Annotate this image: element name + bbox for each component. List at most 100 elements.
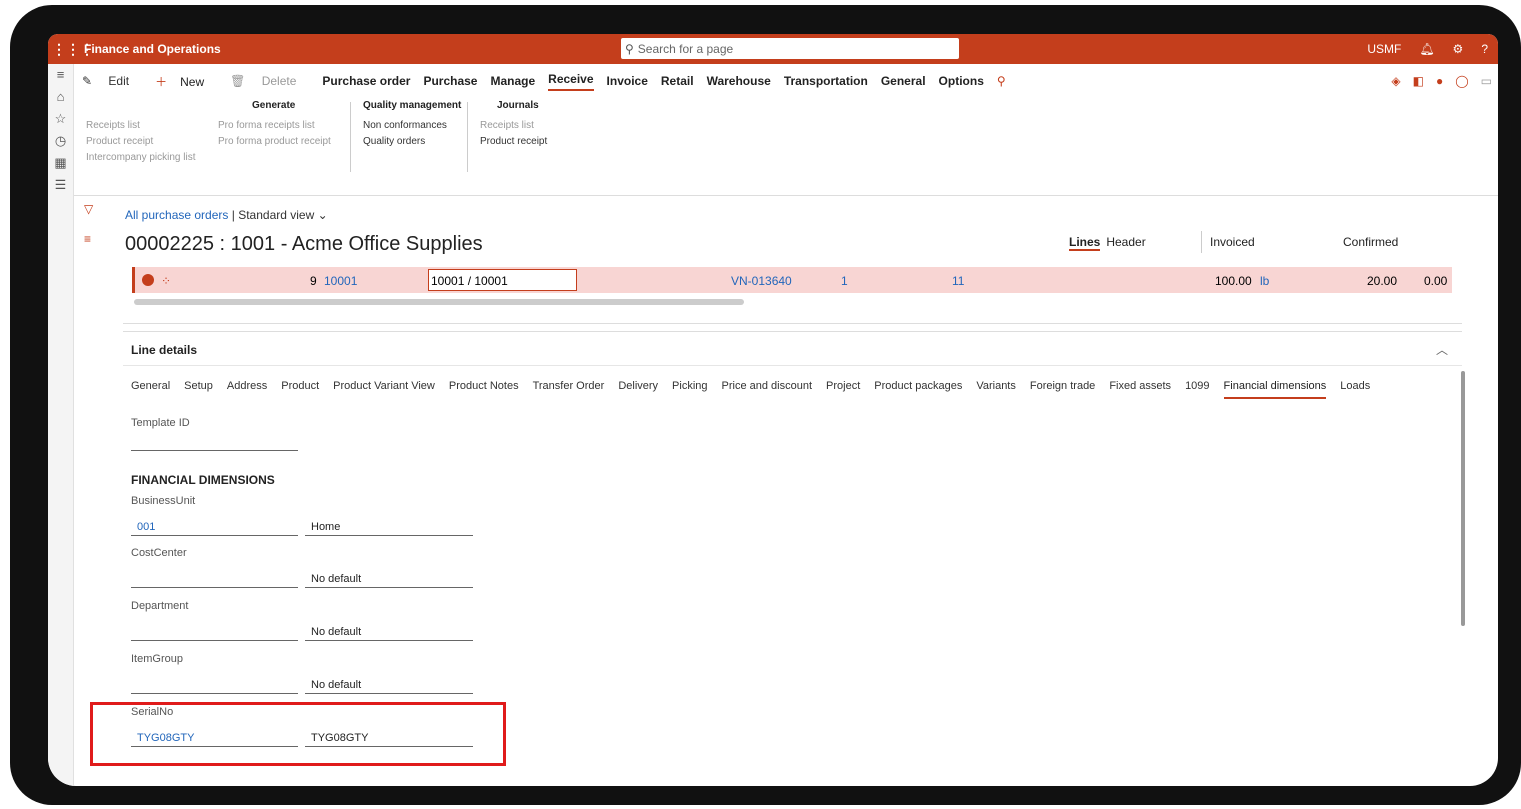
bell-icon[interactable]: 🔔︎: [1419, 42, 1434, 56]
item-group-field[interactable]: [131, 693, 298, 694]
search-actions-icon[interactable]: ⚲: [997, 74, 1006, 88]
vertical-scrollbar[interactable]: [1461, 371, 1465, 626]
action-pane-right-icons: ◈ ◧ ● ◯ ▭: [1391, 74, 1492, 88]
hamburger-icon[interactable]: ≡: [48, 64, 73, 86]
row-check-icon[interactable]: [142, 274, 154, 286]
help-icon[interactable]: ?: [1481, 42, 1488, 56]
cell-item[interactable]: 10001: [324, 274, 357, 288]
variant-input[interactable]: 10001 / 10001: [428, 269, 577, 291]
delete-button[interactable]: 🗑︎ Delete: [230, 74, 309, 88]
journals-product-receipt-button[interactable]: Product receipt: [480, 136, 547, 147]
tab-options[interactable]: Options: [939, 74, 984, 88]
tab-purchase-order[interactable]: Purchase order: [322, 74, 410, 88]
tab-purchase[interactable]: Purchase: [423, 74, 477, 88]
tab-1099[interactable]: 1099: [1185, 380, 1209, 399]
tab-delivery[interactable]: Delivery: [618, 380, 658, 399]
chevron-up-icon[interactable]: ︿: [1436, 341, 1448, 358]
tab-warehouse[interactable]: Warehouse: [707, 74, 771, 88]
tab-loads[interactable]: Loads: [1340, 380, 1370, 399]
chevron-down-icon[interactable]: ⌄: [318, 208, 328, 222]
new-button[interactable]: ＋ New: [155, 73, 217, 90]
cell-vendor-ref[interactable]: VN-013640: [731, 274, 792, 288]
tab-manage[interactable]: Manage: [490, 74, 535, 88]
table-row[interactable]: ⁘ 9 10001 10001 / 10001 VN-013640 1 11 1…: [132, 267, 1452, 293]
tab-retail[interactable]: Retail: [661, 74, 694, 88]
non-conformances-button[interactable]: Non conformances: [363, 120, 447, 131]
cost-center-desc: No default: [311, 573, 362, 585]
pro-forma-product-receipt-button[interactable]: Pro forma product receipt: [218, 136, 331, 147]
tab-product-notes[interactable]: Product Notes: [449, 380, 519, 399]
template-id-field[interactable]: [131, 450, 298, 451]
tab-header[interactable]: Header: [1106, 235, 1145, 251]
lines-grid: ⁘ 9 10001 10001 / 10001 VN-013640 1 11 1…: [123, 262, 1462, 324]
tab-lines[interactable]: Lines: [1069, 235, 1101, 251]
cell-line-no: 9: [310, 274, 317, 288]
plus-icon: ＋: [155, 74, 168, 89]
tab-receive[interactable]: Receive: [548, 72, 594, 91]
list-icon[interactable]: ≡: [84, 232, 91, 246]
intercompany-picking-list-button[interactable]: Intercompany picking list: [86, 152, 196, 163]
tab-financial-dimensions[interactable]: Financial dimensions: [1223, 380, 1327, 399]
cost-center-label: CostCenter: [131, 547, 187, 559]
tab-setup[interactable]: Setup: [184, 380, 213, 399]
business-unit-value[interactable]: 001: [137, 521, 155, 533]
breadcrumb-link[interactable]: All purchase orders: [125, 208, 228, 222]
tab-product-packages[interactable]: Product packages: [874, 380, 962, 399]
notification-badge-icon[interactable]: ●: [1436, 74, 1443, 88]
tab-fixed-assets[interactable]: Fixed assets: [1109, 380, 1171, 399]
receipts-list-button[interactable]: Receipts list: [86, 120, 140, 131]
app-window: ⋮⋮⋮ Finance and Operations ⚲ Search for …: [48, 34, 1498, 786]
department-label: Department: [131, 600, 189, 612]
gear-icon[interactable]: ⚙: [1453, 42, 1464, 56]
company-picker[interactable]: USMF: [1367, 42, 1401, 56]
star-icon[interactable]: ☆: [48, 108, 73, 130]
highlight-box: [90, 702, 506, 766]
pro-forma-receipts-list-button[interactable]: Pro forma receipts list: [218, 120, 315, 131]
tab-product[interactable]: Product: [281, 380, 319, 399]
cost-center-field[interactable]: [131, 587, 298, 588]
journals-receipts-list-button[interactable]: Receipts list: [480, 120, 534, 131]
clock-icon[interactable]: ◷: [48, 130, 73, 152]
cell-a[interactable]: 1: [841, 274, 848, 288]
refresh-icon[interactable]: ◯: [1455, 74, 1468, 88]
office-icon[interactable]: ◧: [1413, 74, 1424, 88]
modules-icon[interactable]: ☰: [48, 174, 73, 196]
tab-price-and-discount[interactable]: Price and discount: [722, 380, 813, 399]
edit-button[interactable]: ✎ Edit: [82, 74, 142, 88]
workspace-icon[interactable]: ▦: [48, 152, 73, 174]
home-icon[interactable]: ⌂: [48, 86, 73, 108]
line-details-title[interactable]: Line details: [123, 332, 1462, 366]
tab-foreign-trade[interactable]: Foreign trade: [1030, 380, 1095, 399]
cell-unit[interactable]: lb: [1260, 274, 1269, 288]
item-group-desc: No default: [311, 679, 362, 691]
line-details-tabs: General Setup Address Product Product Va…: [131, 380, 1370, 399]
view-selector[interactable]: Standard view: [238, 208, 314, 222]
tab-picking[interactable]: Picking: [672, 380, 707, 399]
diamond-icon[interactable]: ◈: [1391, 74, 1400, 88]
filter-icon[interactable]: ▽: [84, 202, 93, 216]
group-journals-title: Journals: [497, 100, 539, 111]
breadcrumb-separator: |: [231, 208, 235, 222]
business-unit-field[interactable]: [131, 535, 298, 536]
quality-orders-button[interactable]: Quality orders: [363, 136, 425, 147]
popout-icon[interactable]: ▭: [1481, 74, 1492, 88]
tab-address[interactable]: Address: [227, 380, 267, 399]
business-unit-desc: Home: [311, 521, 341, 533]
tab-variants[interactable]: Variants: [976, 380, 1016, 399]
cell-b[interactable]: 11: [952, 274, 964, 288]
app-launcher-icon[interactable]: ⋮⋮⋮: [52, 41, 94, 58]
page-title: 00002225 : 1001 - Acme Office Supplies: [125, 233, 483, 255]
group-divider: [467, 102, 468, 172]
filter-bar: ▽ ≡: [74, 196, 106, 786]
tab-transfer-order[interactable]: Transfer Order: [533, 380, 605, 399]
tab-product-variant-view[interactable]: Product Variant View: [333, 380, 435, 399]
search-input[interactable]: ⚲ Search for a page: [621, 38, 959, 59]
tab-transportation[interactable]: Transportation: [784, 74, 868, 88]
department-field[interactable]: [131, 640, 298, 641]
tab-invoice[interactable]: Invoice: [607, 74, 648, 88]
horizontal-scrollbar[interactable]: [134, 299, 744, 305]
tab-general[interactable]: General: [881, 74, 926, 88]
tab-project[interactable]: Project: [826, 380, 860, 399]
product-receipt-button[interactable]: Product receipt: [86, 136, 153, 147]
tab-general[interactable]: General: [131, 380, 170, 399]
